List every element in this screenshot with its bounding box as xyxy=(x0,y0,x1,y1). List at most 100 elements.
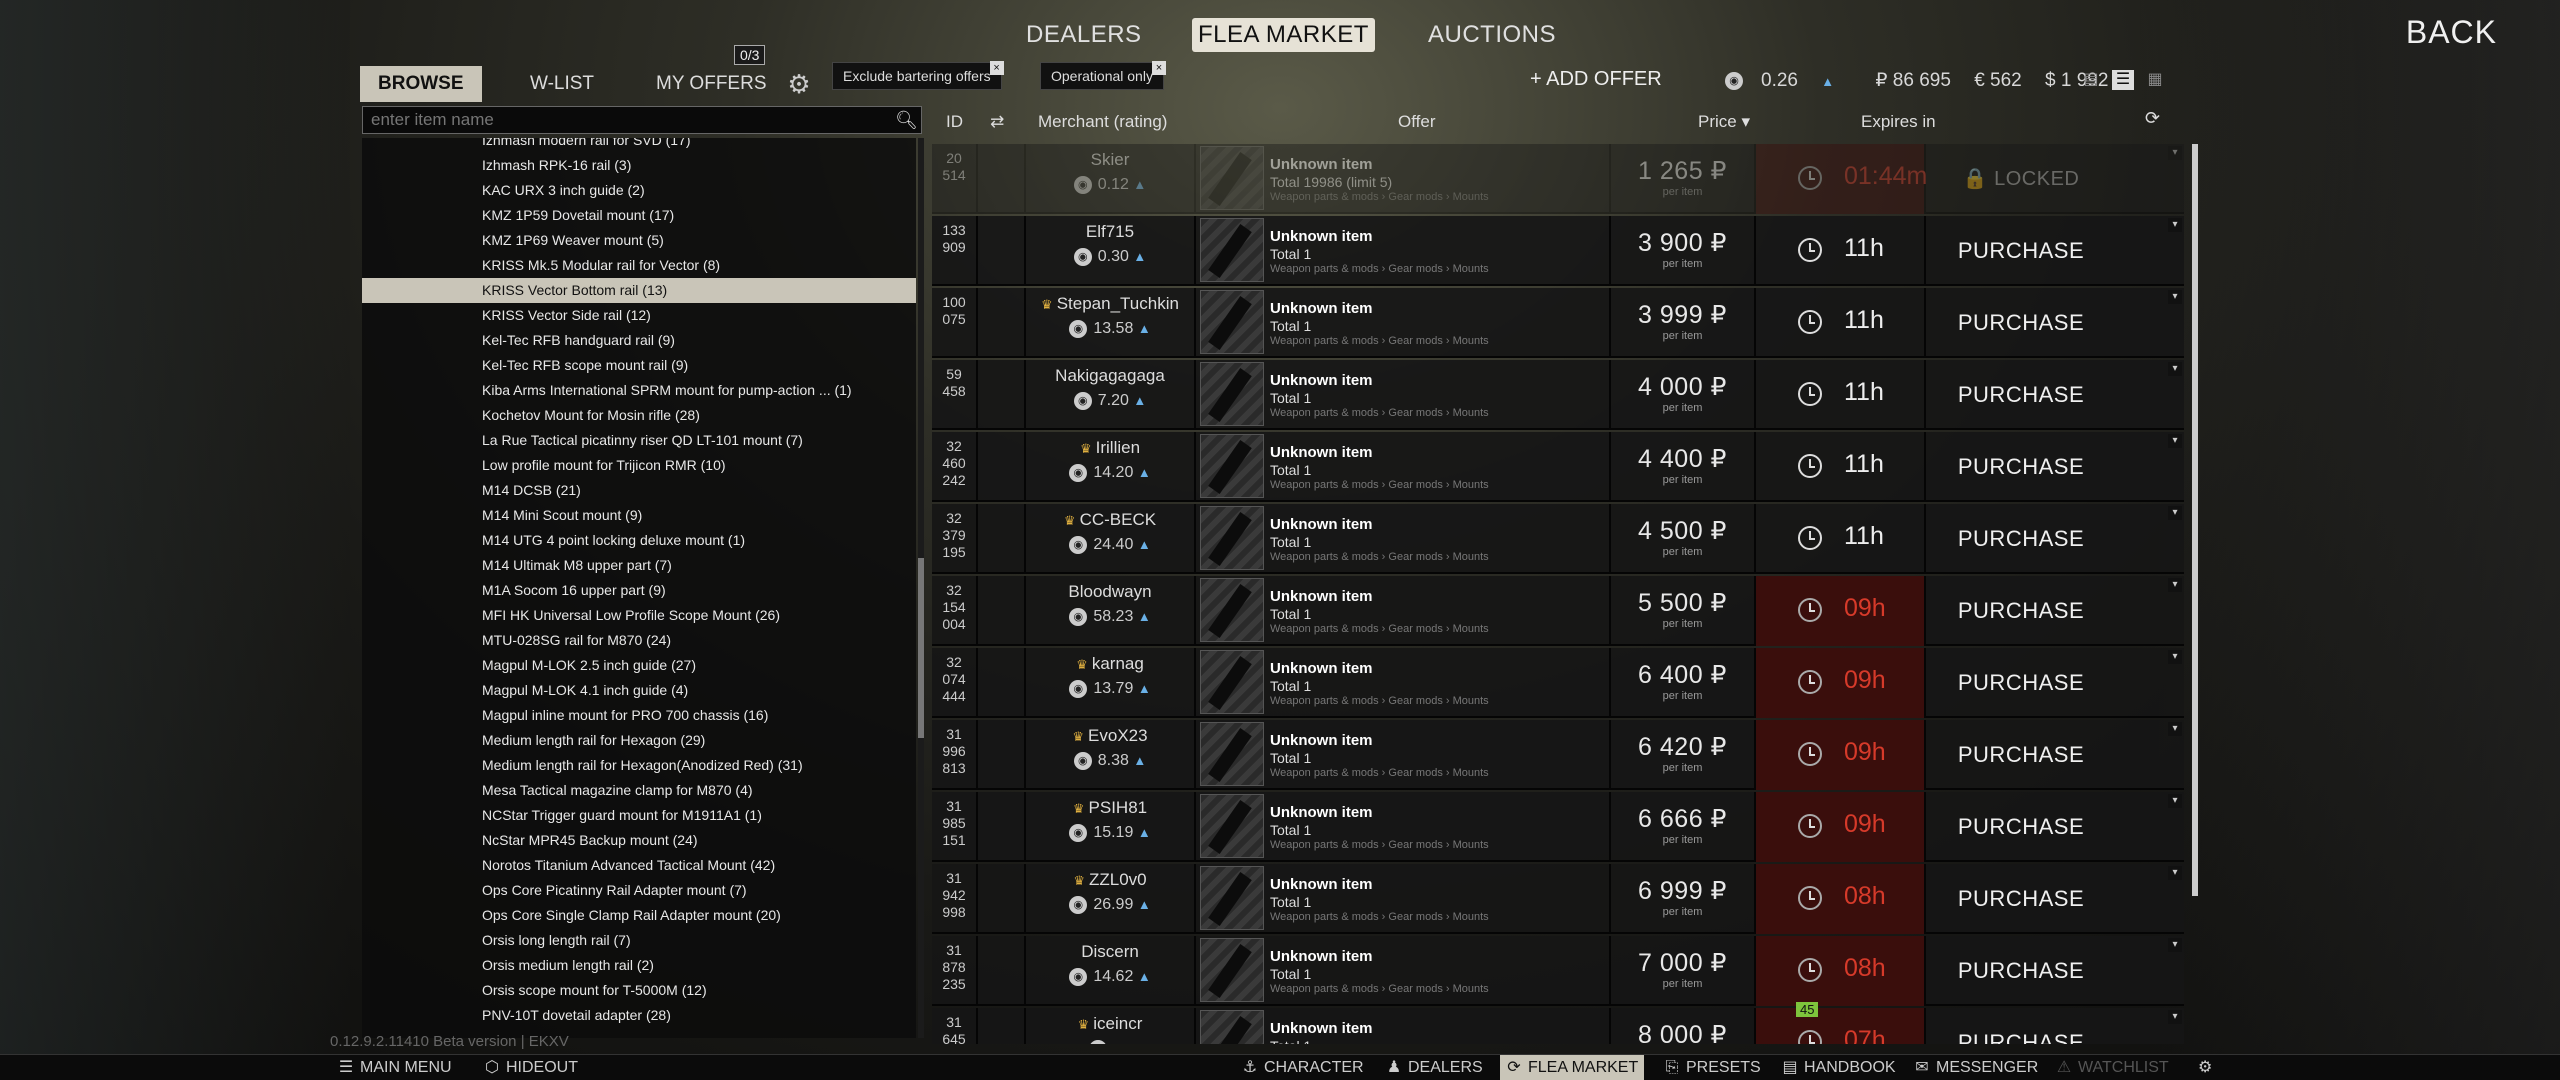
tab-flea-market[interactable]: FLEA MARKET xyxy=(1192,18,1375,52)
category-item[interactable]: Ops Core Single Clamp Rail Adapter mount… xyxy=(362,903,916,928)
offer-cell[interactable]: Unknown item Total 1 xyxy=(1196,1008,1611,1044)
merchant-cell[interactable]: Discern ◉ 14.62 ▲ xyxy=(1026,936,1196,1006)
merchant-name[interactable]: ♛ EvoX23 xyxy=(1026,726,1194,746)
header-id[interactable]: ID xyxy=(946,106,963,138)
refresh-icon[interactable]: ⟳ xyxy=(2145,108,2160,129)
item-thumbnail[interactable] xyxy=(1200,650,1264,714)
close-icon[interactable]: × xyxy=(1151,61,1166,75)
offer-cell[interactable]: Unknown item Total 1 Weapon parts & mods… xyxy=(1196,648,1611,718)
tab-browse[interactable]: BROWSE xyxy=(360,66,482,102)
tab-wishlist[interactable]: W-LIST xyxy=(530,66,594,102)
view-grid-icon[interactable]: ▦ xyxy=(2144,70,2166,90)
category-item[interactable]: KMZ 1P59 Dovetail mount (17) xyxy=(362,203,916,228)
chevron-down-icon[interactable]: ▾ xyxy=(2168,434,2182,448)
tab-auctions[interactable]: AUCTIONS xyxy=(1422,18,1562,52)
header-expires[interactable]: Expires in xyxy=(1861,106,1936,138)
offer-row[interactable]: 31 878 235 Discern ◉ 14.62 ▲ Unknown item… xyxy=(932,936,2184,1006)
tab-dealers[interactable]: DEALERS xyxy=(1020,18,1148,52)
merchant-name[interactable]: Skier xyxy=(1026,150,1194,170)
chevron-down-icon[interactable]: ▾ xyxy=(2168,362,2182,376)
category-item[interactable]: Mesa Tactical magazine clamp for M870 (4… xyxy=(362,778,916,803)
item-thumbnail[interactable] xyxy=(1200,290,1264,354)
offer-row[interactable]: 133 909 Elf715 ◉ 0.30 ▲ Unknown item Tota… xyxy=(932,216,2184,286)
offer-cell[interactable]: Unknown item Total 1 Weapon parts & mods… xyxy=(1196,216,1611,286)
chevron-down-icon[interactable]: ▾ xyxy=(2168,146,2182,160)
watchlist-button[interactable]: ⚠ WATCHLIST xyxy=(2056,1055,2169,1080)
offer-row[interactable]: 32 379 195 ♛ CC-BECK ◉ 24.40 ▲ Unknown ite… xyxy=(932,504,2184,574)
offer-row[interactable]: 31 942 998 ♛ ZZL0v0 ◉ 26.99 ▲ Unknown item… xyxy=(932,864,2184,934)
category-item[interactable]: KRISS Vector Bottom rail (13) xyxy=(362,278,916,303)
purchase-button[interactable]: PURCHASE xyxy=(1926,288,2116,358)
merchant-name[interactable]: Nakigagagaga xyxy=(1026,366,1194,386)
category-item[interactable]: Kel-Tec RFB handguard rail (9) xyxy=(362,328,916,353)
category-item[interactable]: Magpul inline mount for PRO 700 chassis … xyxy=(362,703,916,728)
offer-cell[interactable]: Unknown item Total 1 Weapon parts & mods… xyxy=(1196,504,1611,574)
offer-row[interactable]: 32 074 444 ♛ karnag ◉ 13.79 ▲ Unknown item… xyxy=(932,648,2184,718)
chevron-down-icon[interactable]: ▾ xyxy=(2168,1010,2182,1024)
offer-row[interactable]: 31 645 ♛iceincr ◉ ▲ Unknown item Total 1… xyxy=(932,1002,2184,1044)
merchant-name[interactable]: ♛ PSIH81 xyxy=(1026,798,1194,818)
category-item[interactable]: NCStar Trigger guard mount for M1911A1 (… xyxy=(362,803,916,828)
header-offer[interactable]: Offer xyxy=(1398,106,1435,138)
chevron-down-icon[interactable]: ▾ xyxy=(2168,218,2182,232)
purchase-button[interactable]: PURCHASE xyxy=(1926,720,2116,790)
item-thumbnail[interactable] xyxy=(1200,794,1264,858)
category-item[interactable]: Norotos Titanium Advanced Tactical Mount… xyxy=(362,853,916,878)
search-icon[interactable]: 🔍︎ xyxy=(895,110,918,130)
merchant-cell[interactable]: Nakigagagaga ◉ 7.20 ▲ xyxy=(1026,360,1196,430)
category-item[interactable]: Kel-Tec RFB scope mount rail (9) xyxy=(362,353,916,378)
merchant-cell[interactable]: ♛ EvoX23 ◉ 8.38 ▲ xyxy=(1026,720,1196,790)
add-offer-button[interactable]: + ADD OFFER xyxy=(1530,68,1662,91)
category-item[interactable]: Kiba Arms International SPRM mount for p… xyxy=(362,378,916,403)
category-item[interactable]: Izhmash RPK-16 rail (3) xyxy=(362,153,916,178)
gear-icon[interactable]: ⚙ xyxy=(785,70,813,98)
offer-row[interactable]: 100 075 ♛ Stepan_Tuchkin ◉ 13.58 ▲ Unknown… xyxy=(932,288,2184,358)
offer-cell[interactable]: Unknown item Total 1 Weapon parts & mods… xyxy=(1196,576,1611,646)
merchant-cell[interactable]: ♛ karnag ◉ 13.79 ▲ xyxy=(1026,648,1196,718)
chevron-down-icon[interactable]: ▾ xyxy=(2168,506,2182,520)
chevron-down-icon[interactable]: ▾ xyxy=(2168,866,2182,880)
offer-cell[interactable]: Unknown item Total 1 Weapon parts & mods… xyxy=(1196,864,1611,934)
category-item[interactable]: KRISS Mk.5 Modular rail for Vector (8) xyxy=(362,253,916,278)
main-menu-button[interactable]: ☰ MAIN MENU xyxy=(338,1055,452,1080)
merchant-cell[interactable]: ♛ PSIH81 ◉ 15.19 ▲ xyxy=(1026,792,1196,862)
merchant-name[interactable]: Bloodwayn xyxy=(1026,582,1194,602)
view-compact-icon[interactable]: ▤ xyxy=(2080,70,2102,90)
category-item[interactable]: M14 Ultimak M8 upper part (7) xyxy=(362,553,916,578)
merchant-name[interactable]: ♛ Irillien xyxy=(1026,438,1194,458)
operational-only-filter[interactable]: Operational only × xyxy=(1040,61,1166,90)
purchase-button[interactable]: PURCHASE xyxy=(1926,936,2116,1006)
offer-row[interactable]: 32 154 004 Bloodwayn ◉ 58.23 ▲ Unknown it… xyxy=(932,576,2184,646)
category-item[interactable]: MTU-028SG rail for M870 (24) xyxy=(362,628,916,653)
item-thumbnail[interactable] xyxy=(1200,578,1264,642)
chevron-down-icon[interactable]: ▾ xyxy=(2168,722,2182,736)
item-thumbnail[interactable] xyxy=(1200,434,1264,498)
category-item[interactable]: La Rue Tactical picatinny riser QD LT-10… xyxy=(362,428,916,453)
merchant-cell[interactable]: ♛ Stepan_Tuchkin ◉ 13.58 ▲ xyxy=(1026,288,1196,358)
category-item[interactable]: KAC URX 3 inch guide (2) xyxy=(362,178,916,203)
offer-row[interactable]: 59 458 Nakigagagaga ◉ 7.20 ▲ Unknown item… xyxy=(932,360,2184,430)
merchant-name[interactable]: Elf715 xyxy=(1026,222,1194,242)
item-thumbnail[interactable] xyxy=(1200,218,1264,282)
merchant-name[interactable]: ♛ CC-BECK xyxy=(1026,510,1194,530)
scrollbar-thumb[interactable] xyxy=(918,558,924,738)
offer-row[interactable]: 31 985 151 ♛ PSIH81 ◉ 15.19 ▲ Unknown item… xyxy=(932,792,2184,862)
category-item[interactable]: Magpul M-LOK 4.1 inch guide (4) xyxy=(362,678,916,703)
offer-cell[interactable]: Unknown item Total 1 Weapon parts & mods… xyxy=(1196,432,1611,502)
exclude-bartering-filter[interactable]: Exclude bartering offers × xyxy=(832,61,1004,90)
chevron-down-icon[interactable]: ▾ xyxy=(2168,578,2182,592)
refresh-sort-icon[interactable]: ⇄ xyxy=(990,106,1004,138)
purchase-button[interactable]: PURCHASE xyxy=(1926,216,2116,286)
offer-cell[interactable]: Unknown item Total 1 Weapon parts & mods… xyxy=(1196,792,1611,862)
merchant-cell[interactable]: ♛iceincr ◉ ▲ xyxy=(1026,1008,1196,1044)
category-item[interactable]: Orsis long length rail (7) xyxy=(362,928,916,953)
tab-my-offers[interactable]: MY OFFERS xyxy=(656,66,767,102)
offer-cell[interactable]: Unknown item Total 1 Weapon parts & mods… xyxy=(1196,936,1611,1006)
category-item[interactable]: Izhmash modern rail for SVD (17) xyxy=(362,138,916,153)
purchase-button[interactable]: PURCHASE xyxy=(1926,576,2116,646)
purchase-button[interactable]: PURCHASE xyxy=(1926,1008,2116,1044)
purchase-button[interactable]: PURCHASE xyxy=(1926,432,2116,502)
offer-cell[interactable]: Unknown item Total 1 Weapon parts & mods… xyxy=(1196,360,1611,430)
category-item[interactable]: Low profile mount for Trijicon RMR (10) xyxy=(362,453,916,478)
back-button[interactable]: BACK xyxy=(2406,14,2497,51)
